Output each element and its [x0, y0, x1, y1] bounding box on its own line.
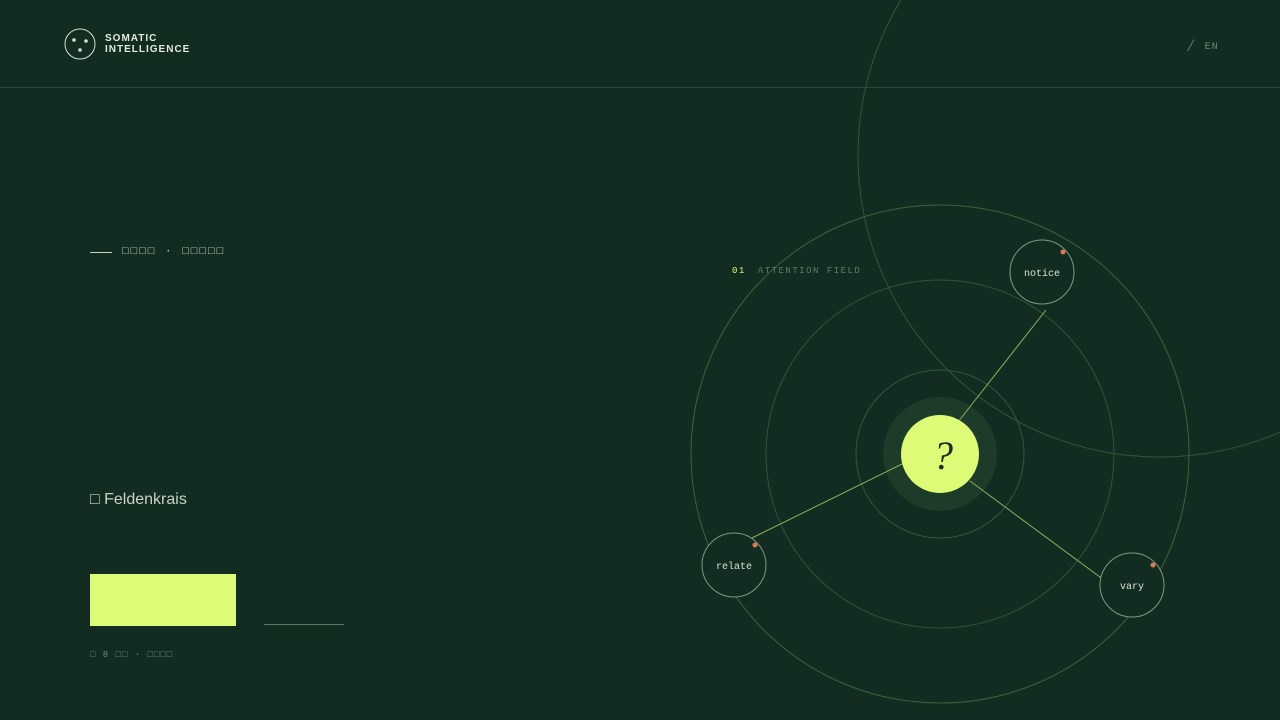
node-label-vary: vary	[1120, 582, 1144, 593]
center-symbol: ?	[933, 433, 953, 478]
primary-cta-button[interactable]	[90, 574, 236, 626]
connector-notice	[957, 309, 1047, 423]
eyebrow-text: □□□□ · □□□□□	[122, 246, 226, 258]
outer-decorative-ring	[857, 0, 1280, 458]
secondary-link-button[interactable]	[264, 608, 344, 625]
node-vary[interactable]: vary	[1099, 552, 1165, 618]
diagram-label: ATTENTION FIELD	[757, 266, 862, 276]
diagram-caption: 01 ATTENTION FIELD	[732, 266, 861, 276]
node-indicator-dot	[1150, 562, 1156, 568]
connector-relate	[751, 462, 905, 539]
hero-eyebrow: □□□□ · □□□□□	[90, 246, 225, 258]
diagram-index: 01	[732, 266, 746, 276]
eyebrow-dash	[90, 251, 112, 253]
node-indicator-dot	[1060, 249, 1066, 255]
node-label-relate: relate	[716, 561, 752, 573]
method-label: □ Feldenkrais	[90, 491, 187, 508]
connector-vary	[969, 480, 1105, 581]
node-label-notice: notice	[1024, 268, 1060, 280]
node-relate[interactable]: relate	[701, 532, 767, 598]
node-notice[interactable]: notice	[1009, 239, 1075, 305]
hero-meta: □ 8 □□ · □□□□	[90, 650, 174, 660]
node-indicator-dot	[752, 542, 758, 548]
